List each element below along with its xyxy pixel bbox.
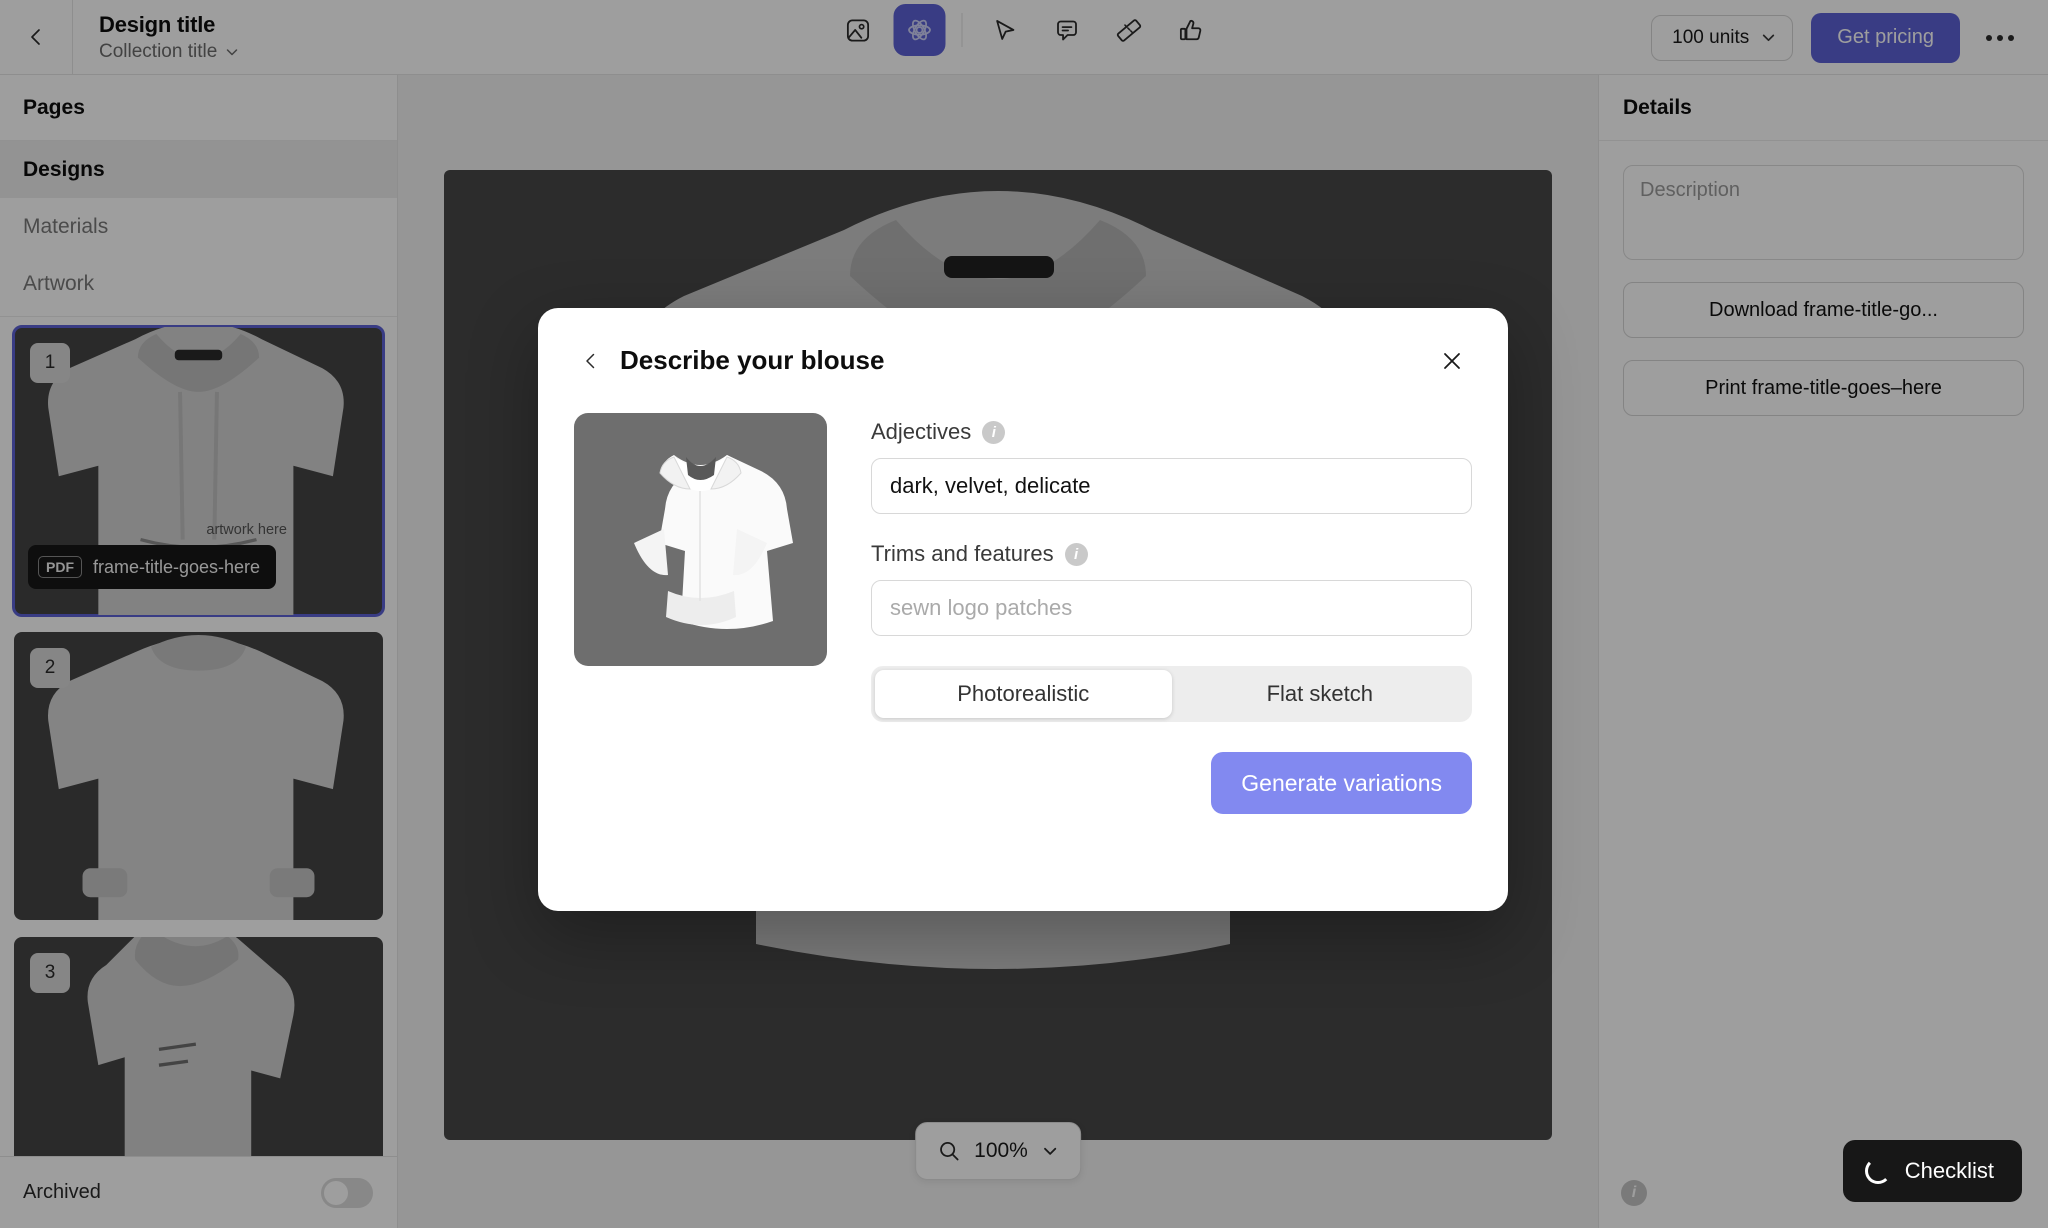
modal-body: Adjectives i Trims and features i Photor… [538, 413, 1508, 722]
segment-flat-sketch[interactable]: Flat sketch [1172, 670, 1469, 718]
render-style-segmented-control: Photorealistic Flat sketch [871, 666, 1472, 722]
modal-footer: Generate variations [538, 722, 1508, 814]
close-icon [1444, 352, 1460, 369]
adjectives-label: Adjectives [871, 419, 972, 444]
segment-photorealistic[interactable]: Photorealistic [875, 670, 1172, 718]
trims-label-row: Trims and features i [871, 541, 1472, 567]
app-root: Design title Collection title 100 units … [0, 0, 2048, 1228]
checklist-label: Checklist [1904, 1158, 1994, 1183]
modal-header: Describe your blouse [538, 308, 1508, 413]
blouse-preview-image [574, 413, 827, 666]
describe-form: Adjectives i Trims and features i Photor… [871, 413, 1472, 722]
chevron-left-icon [586, 353, 595, 368]
trims-and-features-label: Trims and features [871, 541, 1054, 566]
field-spacer [871, 514, 1472, 541]
adjectives-label-row: Adjectives i [871, 419, 1472, 445]
loading-spinner-icon [1864, 1158, 1891, 1184]
modal-back-button[interactable] [574, 344, 608, 378]
modal-title: Describe your blouse [620, 345, 885, 375]
generate-variations-button[interactable]: Generate variations [1211, 752, 1472, 814]
checklist-widget[interactable]: Checklist [1842, 1140, 2022, 1202]
describe-garment-modal: Describe your blouse Adjectives i dark, … [538, 308, 1508, 911]
info-icon[interactable]: i [982, 420, 1006, 444]
modal-close-button[interactable] [1432, 341, 1472, 381]
info-icon[interactable]: i [1064, 542, 1088, 566]
trims-and-features-input[interactable] [871, 580, 1472, 636]
adjectives-input[interactable] [871, 458, 1472, 514]
